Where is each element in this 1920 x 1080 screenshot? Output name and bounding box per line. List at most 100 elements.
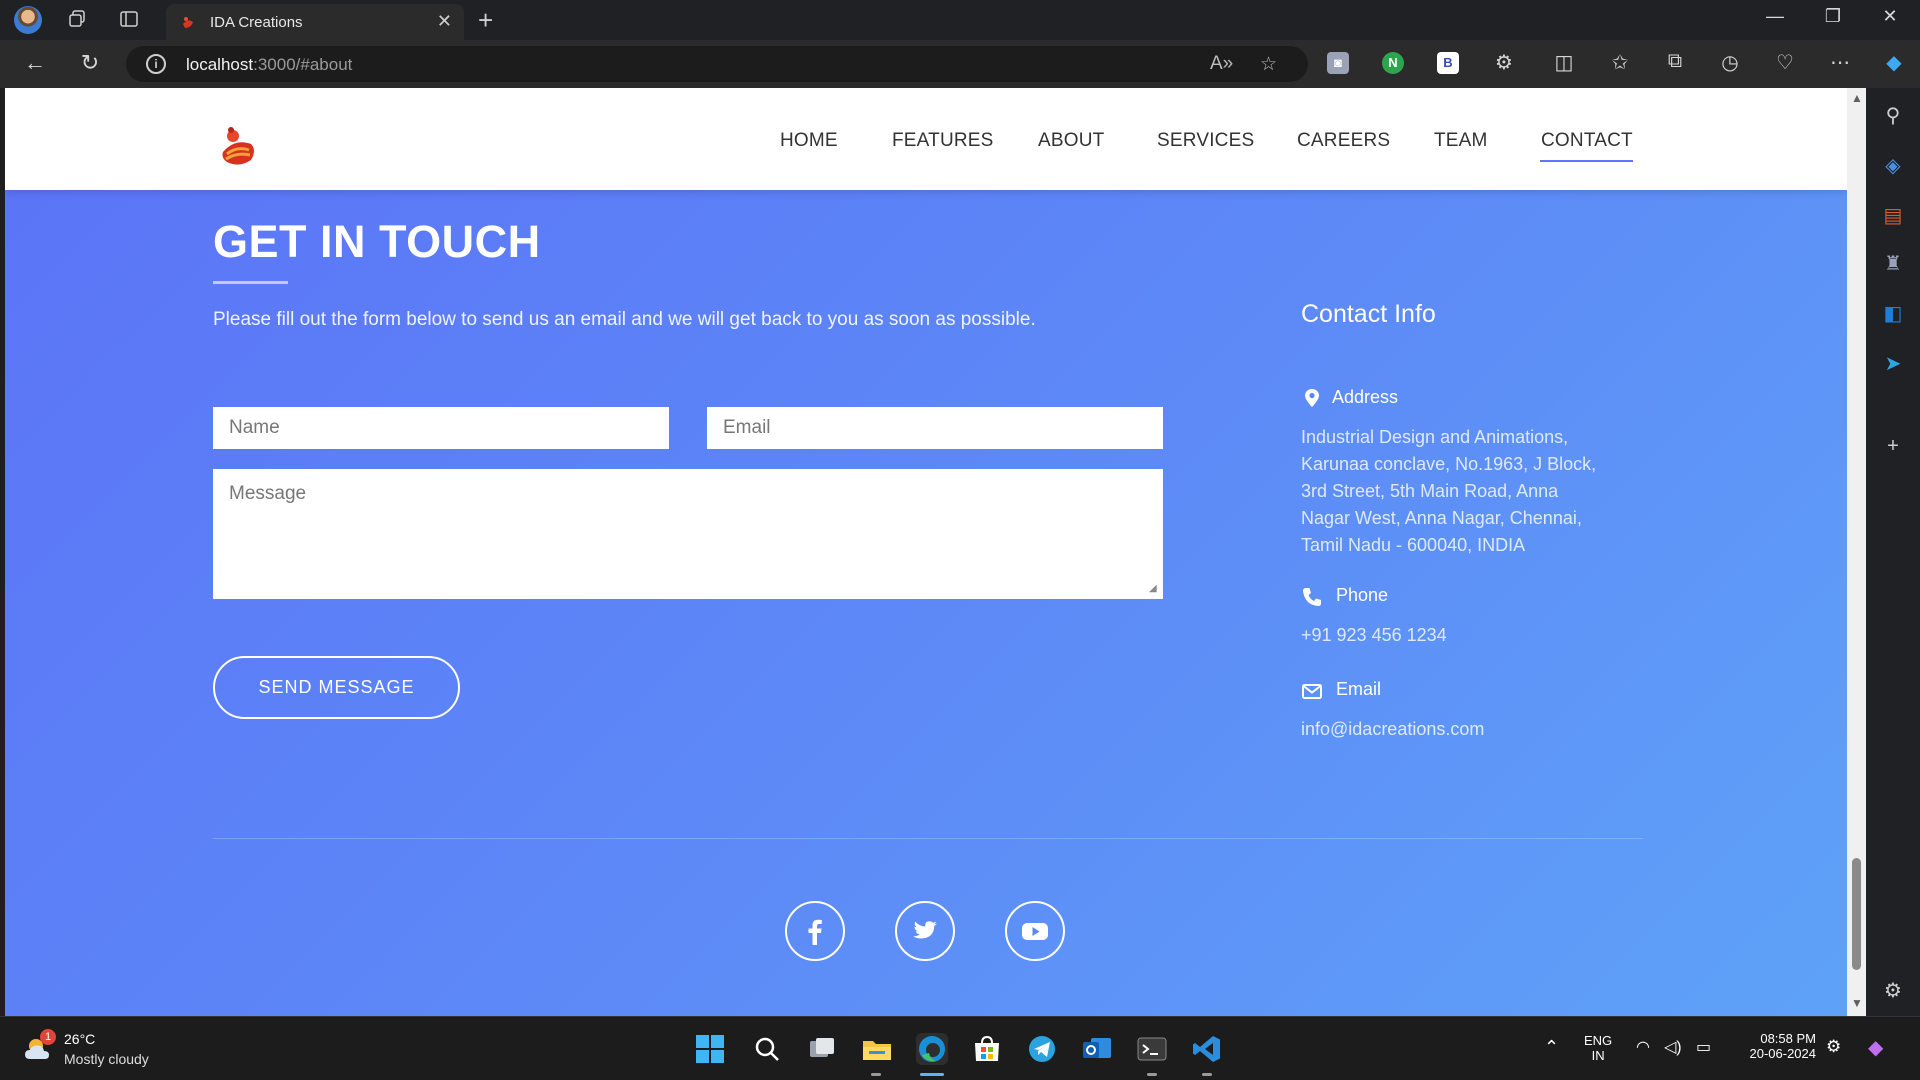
windows-logo-icon [696, 1035, 724, 1063]
search-icon [755, 1037, 779, 1061]
taskbar-edge[interactable] [916, 1033, 948, 1065]
windows-taskbar: 1 26°C Mostly cloudy ⌃ ENG IN ◠ ◁) ▭ 08:… [0, 1016, 1920, 1080]
page-viewport: HOME FEATURES ABOUT SERVICES CAREERS TEA… [5, 88, 1847, 1016]
extension-n-icon[interactable]: N [1382, 52, 1404, 74]
favorites-icon[interactable]: ✩ [1606, 50, 1634, 75]
close-window-button[interactable]: ✕ [1875, 6, 1905, 27]
address-text: Industrial Design and Animations, Karuna… [1301, 427, 1597, 555]
nav-services[interactable]: SERVICES [1157, 130, 1254, 152]
show-hidden-icons-icon[interactable]: ⌃ [1544, 1037, 1559, 1058]
profile-avatar[interactable] [14, 6, 42, 34]
nav-about[interactable]: ABOUT [1038, 130, 1104, 152]
browser-essentials-icon[interactable]: ♡ [1771, 50, 1799, 75]
message-field[interactable] [213, 469, 1163, 599]
nav-features[interactable]: FEATURES [892, 130, 994, 152]
terminal-icon [1137, 1037, 1167, 1061]
address-label: Address [1332, 387, 1399, 407]
twitter-link[interactable] [895, 901, 955, 961]
outlook-icon[interactable]: ◧ [1880, 301, 1906, 327]
games-icon[interactable]: ♜ [1880, 251, 1906, 277]
facebook-link[interactable] [785, 901, 845, 961]
microsoft-store-icon [975, 1035, 999, 1061]
twitter-icon [913, 921, 937, 939]
start-button[interactable] [694, 1033, 726, 1065]
extension-b-icon[interactable]: B [1437, 52, 1459, 74]
workspaces-icon[interactable] [66, 9, 88, 31]
restore-button[interactable]: ❐ [1818, 6, 1848, 27]
weather-desc[interactable]: Mostly cloudy [64, 1051, 149, 1067]
browser-tab[interactable]: IDA Creations ✕ [166, 4, 464, 40]
scrollbar-thumb[interactable] [1852, 858, 1861, 970]
site-info-icon[interactable]: i [146, 54, 166, 74]
taskbar-vscode[interactable] [1191, 1033, 1223, 1065]
taskbar-outlook[interactable] [1081, 1033, 1113, 1065]
notifications-gear-icon[interactable]: ⚙ [1826, 1037, 1841, 1057]
phone-value[interactable]: +91 923 456 1234 [1301, 622, 1447, 649]
name-field[interactable] [213, 407, 669, 449]
shopping-tag-icon[interactable]: ◈ [1880, 153, 1906, 179]
nav-careers[interactable]: CAREERS [1297, 130, 1390, 152]
url-text[interactable]: localhost:3000/#about [186, 55, 352, 75]
vscode-icon [1193, 1036, 1220, 1062]
youtube-link[interactable] [1005, 901, 1065, 961]
clock[interactable]: 08:58 PM 20-06-2024 [1736, 1031, 1817, 1061]
task-view[interactable] [806, 1033, 838, 1065]
back-icon[interactable]: ← [20, 50, 50, 76]
wifi-icon[interactable]: ◠ [1636, 1037, 1650, 1057]
new-tab-button[interactable]: + [478, 5, 493, 36]
tab-actions-icon[interactable] [118, 9, 140, 31]
taskbar-store[interactable] [971, 1033, 1003, 1065]
copilot-icon[interactable]: ◆ [1880, 50, 1908, 75]
volume-icon[interactable]: ◁) [1664, 1037, 1682, 1057]
copilot-taskbar-icon[interactable]: ◆ [1868, 1035, 1883, 1060]
phone-label: Phone [1336, 585, 1389, 605]
favorite-star-icon[interactable]: ☆ [1260, 53, 1277, 76]
outlook-icon [1083, 1038, 1111, 1058]
tab-title: IDA Creations [210, 14, 303, 31]
scroll-down-arrow-icon[interactable]: ▼ [1851, 996, 1863, 1010]
email-label: Email [1336, 679, 1382, 699]
language-indicator[interactable]: ENG IN [1584, 1033, 1612, 1063]
facebook-icon [808, 919, 822, 945]
nav-team[interactable]: TEAM [1434, 130, 1488, 152]
taskbar-telegram[interactable] [1026, 1033, 1058, 1065]
search-icon[interactable]: ⚲ [1880, 103, 1906, 129]
minimize-button[interactable]: — [1760, 6, 1790, 27]
extension-contacts-icon[interactable]: ◙ [1327, 52, 1349, 74]
textarea-resize-grip[interactable]: ◢ [1149, 583, 1161, 595]
more-menu-icon[interactable]: ⋯ [1826, 50, 1854, 75]
terminal-running-indicator [1147, 1073, 1157, 1076]
nav-home[interactable]: HOME [780, 130, 838, 152]
sidebar-settings-icon[interactable]: ⚙ [1880, 978, 1906, 1004]
split-screen-icon[interactable]: ◫ [1550, 50, 1578, 75]
envelope-icon [1302, 684, 1322, 699]
contact-subtitle: Please fill out the form below to send u… [213, 309, 1036, 330]
address-bar[interactable]: i localhost:3000/#about A» ☆ [126, 46, 1308, 82]
battery-icon[interactable]: ▭ [1696, 1037, 1711, 1057]
page-scrollbar[interactable]: ▲ ▼ [1847, 88, 1866, 1016]
send-message-button[interactable]: SEND MESSAGE [213, 656, 460, 719]
read-aloud-icon[interactable]: A» [1210, 53, 1233, 75]
refresh-icon[interactable]: ↻ [75, 50, 105, 76]
email-value[interactable]: info@idacreations.com [1301, 716, 1484, 743]
nav-active-underline [1540, 160, 1633, 162]
phone-icon [1303, 588, 1321, 606]
taskbar-terminal[interactable] [1136, 1033, 1168, 1065]
contact-heading: GET IN TOUCH [213, 216, 541, 267]
telegram-icon[interactable]: ➤ [1880, 351, 1906, 377]
history-icon[interactable]: ◷ [1716, 50, 1744, 75]
nav-contact[interactable]: CONTACT [1541, 130, 1633, 152]
close-tab-icon[interactable]: ✕ [437, 11, 452, 32]
ida-logo[interactable] [217, 124, 261, 170]
weather-temp[interactable]: 26°C [64, 1031, 95, 1047]
email-field[interactable] [707, 407, 1163, 449]
scroll-up-arrow-icon[interactable]: ▲ [1851, 91, 1863, 105]
tools-icon[interactable]: ▤ [1880, 203, 1906, 229]
folder-icon [863, 1041, 891, 1060]
collections-icon[interactable]: ⧉ [1661, 50, 1689, 73]
vscode-running-indicator [1202, 1073, 1212, 1076]
taskbar-file-explorer[interactable] [861, 1033, 893, 1065]
add-sidebar-app-icon[interactable]: + [1880, 433, 1906, 459]
taskbar-search[interactable] [751, 1033, 783, 1065]
extensions-puzzle-icon[interactable]: ⚙ [1490, 50, 1518, 75]
